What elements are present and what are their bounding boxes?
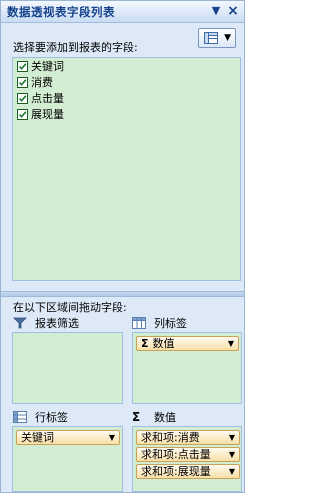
chevron-down-icon[interactable]: ▼ bbox=[229, 448, 235, 461]
splitter[interactable] bbox=[1, 291, 244, 297]
column-labels-label: 列标签 bbox=[154, 317, 187, 330]
filter-icon bbox=[13, 317, 27, 329]
field-label: 消费 bbox=[31, 76, 53, 89]
field-item-clicks[interactable]: 点击量 bbox=[13, 90, 240, 106]
checkbox-checked-icon[interactable] bbox=[17, 76, 28, 88]
field-label: 展现量 bbox=[31, 108, 64, 121]
row-labels-header: 行标签 bbox=[13, 409, 68, 425]
title-bar[interactable]: 数据透视表字段列表 ▼ × bbox=[1, 1, 244, 23]
field-label: 关键词 bbox=[31, 60, 64, 73]
panel-title: 数据透视表字段列表 bbox=[7, 5, 115, 19]
values-drop-area[interactable]: 求和项:消费 ▼ 求和项:点击量 ▼ 求和项:展现量 ▼ bbox=[132, 426, 242, 492]
chip-label: 求和项:展现量 bbox=[141, 465, 211, 478]
report-filter-drop-area[interactable] bbox=[12, 332, 123, 404]
row-labels-drop-area[interactable]: 关键词 ▼ bbox=[12, 426, 123, 492]
chip-label: 求和项:点击量 bbox=[141, 448, 211, 461]
chevron-down-icon[interactable]: ▼ bbox=[228, 337, 234, 350]
row-labels-label: 行标签 bbox=[35, 411, 68, 424]
sigma-icon: Σ bbox=[141, 337, 149, 350]
chevron-down-icon[interactable]: ▼ bbox=[109, 431, 115, 444]
field-item-keyword[interactable]: 关键词 bbox=[13, 58, 240, 74]
report-filter-label: 报表筛选 bbox=[35, 317, 79, 330]
row-labels-icon bbox=[13, 411, 27, 423]
column-labels-icon bbox=[132, 317, 146, 329]
field-list: 关键词 消费 点击量 展现量 bbox=[12, 57, 241, 281]
chevron-down-icon: ▼ bbox=[224, 33, 231, 43]
layout-options-button[interactable]: ▼ bbox=[198, 28, 236, 48]
value-field-cost[interactable]: 求和项:消费 ▼ bbox=[136, 430, 240, 445]
pivot-field-list-panel: 数据透视表字段列表 ▼ × 选择要添加到报表的字段: ▼ 关键词 消费 点击量 … bbox=[0, 0, 245, 493]
field-item-cost[interactable]: 消费 bbox=[13, 74, 240, 90]
value-field-clicks[interactable]: 求和项:点击量 ▼ bbox=[136, 447, 240, 462]
column-field-values[interactable]: Σ 数值 ▼ bbox=[136, 336, 239, 351]
checkbox-checked-icon[interactable] bbox=[17, 108, 28, 120]
chip-label: 数值 bbox=[152, 337, 175, 350]
values-header: Σ 数值 bbox=[132, 409, 176, 425]
layout-icon bbox=[204, 32, 218, 44]
field-item-impressions[interactable]: 展现量 bbox=[13, 106, 240, 122]
sigma-icon: Σ bbox=[132, 410, 141, 424]
checkbox-checked-icon[interactable] bbox=[17, 60, 28, 72]
chip-label: 求和项:消费 bbox=[141, 431, 200, 444]
report-filter-header: 报表筛选 bbox=[13, 315, 79, 331]
column-labels-drop-area[interactable]: Σ 数值 ▼ bbox=[132, 332, 242, 404]
values-label: 数值 bbox=[154, 411, 176, 424]
drag-fields-label: 在以下区域间拖动字段: bbox=[13, 301, 127, 314]
column-labels-header: 列标签 bbox=[132, 315, 187, 331]
chevron-down-icon[interactable]: ▼ bbox=[229, 431, 235, 444]
value-field-impressions[interactable]: 求和项:展现量 ▼ bbox=[136, 464, 240, 479]
choose-fields-label: 选择要添加到报表的字段: bbox=[13, 41, 138, 54]
field-label: 点击量 bbox=[31, 92, 64, 105]
title-dropdown-button[interactable]: ▼ bbox=[208, 3, 224, 19]
chip-label: 关键词 bbox=[21, 431, 54, 444]
chevron-down-icon[interactable]: ▼ bbox=[229, 465, 235, 478]
close-button[interactable]: × bbox=[225, 3, 241, 19]
row-field-keyword[interactable]: 关键词 ▼ bbox=[16, 430, 120, 445]
checkbox-checked-icon[interactable] bbox=[17, 92, 28, 104]
